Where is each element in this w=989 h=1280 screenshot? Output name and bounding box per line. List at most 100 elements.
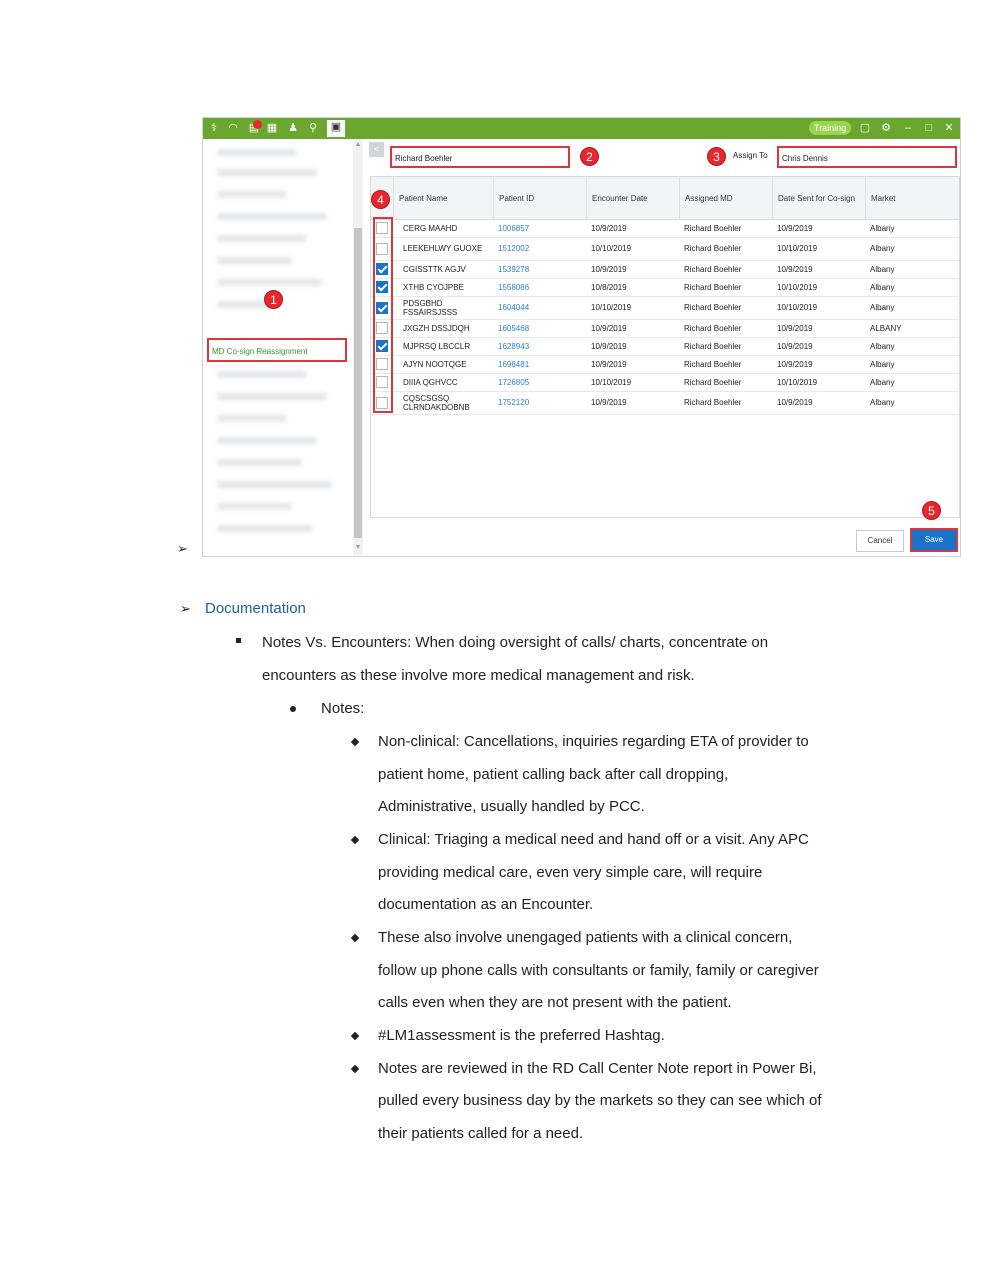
col-patient-id[interactable]: Patient ID	[493, 177, 586, 219]
cell-assigned-md: Richard Boehler	[684, 282, 742, 292]
assign-to-label: Assign To	[733, 151, 768, 160]
scroll-down-icon[interactable]: ▼	[353, 544, 363, 551]
diamond-bullet-icon	[350, 737, 360, 747]
left-navigation-pane: MD Co-sign Reassignment	[203, 139, 353, 555]
diamond-bullet-icon	[350, 933, 360, 943]
stethoscope-icon[interactable]: ⚕	[207, 121, 221, 135]
scroll-up-icon[interactable]: ▲	[353, 141, 363, 148]
col-market[interactable]: Market	[865, 177, 959, 219]
paragraph-line: calls even when they are not present wit…	[378, 994, 732, 1011]
paragraph-line: Administrative, usually handled by PCC.	[378, 798, 645, 815]
cell-assigned-md: Richard Boehler	[684, 359, 742, 369]
paragraph-line: their patients called for a need.	[378, 1125, 584, 1142]
table-row[interactable]: CGISSTTK AGJV 1539278 10/9/2019 Richard Boe…	[371, 260, 959, 279]
table-row[interactable]: XTHB CYOJPBE 1558086 10/8/2019 Richard Boeh…	[371, 278, 959, 297]
gear-icon[interactable]: ⚙	[879, 121, 893, 135]
table-row[interactable]: CQSCSGSQ CLRNDAKDOBNB 1752120 10/9/2019 Ric…	[371, 391, 959, 415]
cell-patient-name: XTHB CYOJPBE	[403, 282, 464, 292]
section-heading: Documentation	[205, 600, 306, 617]
app-window: ⚕ ◠ ▤ ▦ ♟ ⚲ ▣ Training ▢ ⚙ – □ ✕ MD Co-s…	[202, 117, 961, 557]
paragraph-line: providing medical care, even very simple…	[378, 864, 763, 881]
cell-patient-id[interactable]: 1628943	[498, 337, 586, 355]
cell-encounter-date: 10/10/2019	[591, 244, 632, 253]
cell-assigned-md: Richard Boehler	[684, 223, 742, 233]
col-date-sent[interactable]: Date Sent for Co-sign	[772, 177, 865, 219]
table-row[interactable]: CERG MAAHD 1006857 10/9/2019 Richard Boehle…	[371, 219, 959, 238]
cell-patient-id[interactable]: 1006857	[498, 219, 586, 237]
collapse-button[interactable]: <	[369, 142, 384, 157]
diamond-bullet-icon	[350, 835, 360, 845]
maximize-icon[interactable]: □	[922, 121, 936, 135]
cell-patient-name: DIIIA QGHVCC	[403, 377, 458, 387]
cell-market: Albany	[870, 264, 895, 274]
cell-date-sent: 10/9/2019	[777, 341, 813, 351]
cell-encounter-date: 10/10/2019	[591, 377, 632, 387]
cell-patient-id[interactable]: 1752120	[498, 391, 586, 414]
paragraph-line: #LM1assessment is the preferred Hashtag.	[378, 1027, 665, 1044]
left-scrollbar-thumb[interactable]	[354, 228, 362, 538]
cell-encounter-date: 10/10/2019	[591, 303, 632, 312]
sub-heading: Notes:	[321, 700, 365, 717]
diamond-bullet-icon	[350, 1031, 360, 1041]
paragraph-line: Notes are reviewed in the RD Call Center…	[378, 1060, 817, 1077]
cell-date-sent: 10/10/2019	[777, 282, 818, 292]
cell-encounter-date: 10/9/2019	[591, 264, 627, 274]
arrow-bullet-icon: ➢	[180, 601, 191, 616]
cell-market: Albany	[870, 359, 895, 369]
notification-badge	[253, 120, 262, 129]
cell-encounter-date: 10/9/2019	[591, 223, 627, 233]
cell-date-sent: 10/9/2019	[777, 323, 813, 333]
cell-patient-id[interactable]: 1558086	[498, 278, 586, 296]
cell-encounter-date: 10/9/2019	[591, 323, 627, 333]
square-bullet-icon	[236, 638, 241, 643]
dot-bullet-icon	[290, 706, 296, 712]
cell-patient-id[interactable]: 1698481	[498, 355, 586, 373]
table-row[interactable]: MJPRSQ LBCCLR 1628943 10/9/2019 Richard Boe…	[371, 337, 959, 356]
cell-date-sent: 10/10/2019	[777, 377, 818, 387]
cell-encounter-date: 10/8/2019	[591, 282, 627, 292]
cell-encounter-date: 10/9/2019	[591, 359, 627, 369]
paragraph-line: pulled every business day by the markets…	[378, 1092, 822, 1109]
doctor-icon[interactable]: ♟	[286, 121, 300, 135]
users-icon[interactable]: ⚲	[306, 121, 320, 135]
cell-market: Albany	[870, 303, 895, 312]
minimize-icon[interactable]: –	[901, 121, 915, 135]
cell-patient-id[interactable]: 1726805	[498, 373, 586, 391]
table-row[interactable]: JXGZH DSSJDQH 1605468 10/9/2019 Richard Boe…	[371, 319, 959, 338]
cell-date-sent: 10/9/2019	[777, 264, 813, 274]
cell-patient-id[interactable]: 1539278	[498, 260, 586, 278]
cell-market: Albany	[870, 282, 895, 292]
table-row[interactable]: AJYN NOOTQGE 1698481 10/9/2019 Richard Boeh…	[371, 355, 959, 374]
save-button[interactable]: Save	[910, 528, 958, 552]
selected-md-field[interactable]: Richard Boehler	[390, 146, 570, 168]
cell-patient-name: JXGZH DSSJDQH	[403, 323, 470, 333]
cell-assigned-md: Richard Boehler	[684, 323, 742, 333]
col-encounter-date[interactable]: Encounter Date	[586, 177, 679, 219]
arrow-bullet-icon: ➢	[177, 541, 188, 556]
md-cosign-reassignment-link[interactable]: MD Co-sign Reassignment	[207, 338, 347, 362]
calendar-icon[interactable]: ▦	[265, 121, 279, 135]
cell-patient-id[interactable]: 1604044	[498, 296, 586, 319]
cell-patient-name: CERG MAAHD	[403, 223, 458, 233]
screen-icon[interactable]: ▢	[858, 121, 872, 135]
cell-patient-id[interactable]: 1512002	[498, 237, 586, 260]
training-badge: Training	[809, 121, 852, 135]
cell-assigned-md: Richard Boehler	[684, 303, 742, 312]
cancel-button[interactable]: Cancel	[856, 530, 904, 552]
cell-encounter-date: 10/9/2019	[591, 341, 627, 351]
diamond-bullet-icon	[350, 1064, 360, 1074]
cell-date-sent: 10/10/2019	[777, 303, 818, 312]
close-icon[interactable]: ✕	[942, 121, 956, 135]
col-assigned-md[interactable]: Assigned MD	[679, 177, 772, 219]
table-row[interactable]: PDSGBHD FSSAIRSJSSS 1604044 10/10/2019 Rich…	[371, 296, 959, 320]
table-row[interactable]: DIIIA QGHVCC 1726805 10/10/2019 Richard Boe…	[371, 373, 959, 392]
user-card-icon[interactable]: ▣	[327, 120, 345, 137]
col-patient-name[interactable]: Patient Name	[393, 177, 493, 219]
cell-patient-id[interactable]: 1605468	[498, 319, 586, 337]
paragraph-line: follow up phone calls with consultants o…	[378, 962, 819, 979]
assign-to-field[interactable]: Chris Dennis	[777, 146, 957, 168]
callout-1: 1	[264, 290, 283, 309]
title-bar: ⚕ ◠ ▤ ▦ ♟ ⚲ ▣ Training ▢ ⚙ – □ ✕	[203, 118, 960, 139]
table-row[interactable]: LEEKEHLWY GUOXE 1512002 10/10/2019 Richard …	[371, 237, 959, 261]
dashboard-icon[interactable]: ◠	[226, 121, 240, 135]
